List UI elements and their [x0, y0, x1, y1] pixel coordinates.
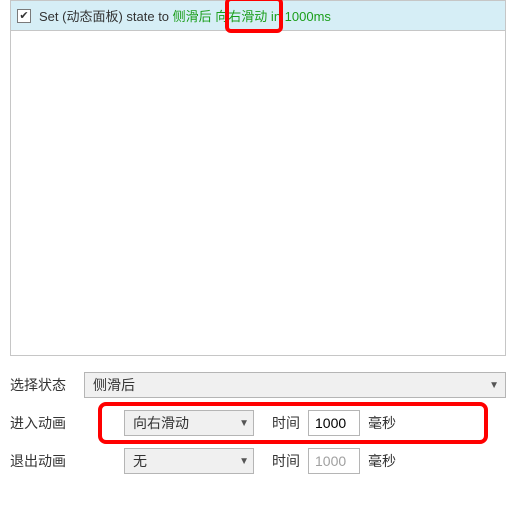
action-suffix: in 1000ms — [267, 9, 331, 24]
label-select-state: 选择状态 — [10, 375, 84, 395]
label-enter-time: 时间 — [272, 413, 300, 433]
chevron-down-icon: ▼ — [239, 456, 249, 467]
actions-panel: ✔ Set (动态面板) state to 侧滑后 向右滑动 in 1000ms — [10, 0, 506, 356]
row-select-state: 选择状态 侧滑后 ▼ — [10, 366, 506, 404]
label-exit-animation: 退出动画 — [10, 451, 84, 471]
label-enter-animation: 进入动画 — [10, 413, 84, 433]
action-direction: 向右滑动 — [215, 9, 267, 24]
exit-time-input[interactable] — [308, 448, 360, 474]
unit-exit: 毫秒 — [368, 451, 396, 471]
action-text: Set (动态面板) state to 侧滑后 向右滑动 in 1000ms — [39, 6, 331, 25]
unit-enter: 毫秒 — [368, 413, 396, 433]
row-exit-animation: 退出动画 无 ▼ 时间 毫秒 — [10, 442, 506, 480]
label-exit-time: 时间 — [272, 451, 300, 471]
action-row[interactable]: ✔ Set (动态面板) state to 侧滑后 向右滑动 in 1000ms — [11, 1, 505, 31]
enter-animation-dropdown[interactable]: 向右滑动 ▼ — [124, 410, 254, 436]
action-checkbox[interactable]: ✔ — [17, 9, 31, 23]
select-state-value: 侧滑后 — [93, 375, 135, 395]
select-state-dropdown[interactable]: 侧滑后 ▼ — [84, 372, 506, 398]
form-area: 选择状态 侧滑后 ▼ 进入动画 向右滑动 ▼ 时间 毫秒 退出动画 无 ▼ 时间… — [10, 366, 506, 480]
exit-animation-dropdown[interactable]: 无 ▼ — [124, 448, 254, 474]
chevron-down-icon: ▼ — [489, 380, 499, 391]
exit-animation-value: 无 — [133, 451, 147, 471]
enter-animation-value: 向右滑动 — [133, 413, 189, 433]
row-enter-animation: 进入动画 向右滑动 ▼ 时间 毫秒 — [10, 404, 506, 442]
enter-time-input[interactable] — [308, 410, 360, 436]
action-prefix: Set (动态面板) state to — [39, 9, 173, 24]
chevron-down-icon: ▼ — [239, 418, 249, 429]
action-state: 侧滑后 — [173, 9, 212, 24]
